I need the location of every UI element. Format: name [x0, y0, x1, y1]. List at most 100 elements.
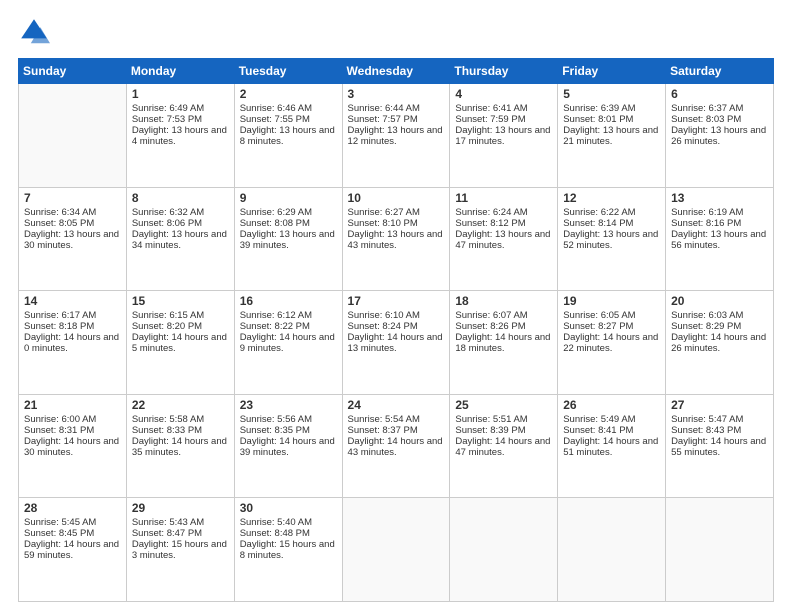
day-number: 16 — [240, 294, 337, 308]
day-info: Sunrise: 6:39 AM — [563, 103, 660, 114]
day-info: Sunset: 8:16 PM — [671, 218, 768, 229]
day-info: Daylight: 13 hours and 8 minutes. — [240, 125, 337, 147]
day-info: Sunrise: 6:07 AM — [455, 310, 552, 321]
day-info: Sunrise: 6:29 AM — [240, 207, 337, 218]
day-number: 28 — [24, 501, 121, 515]
day-number: 23 — [240, 398, 337, 412]
day-header-tuesday: Tuesday — [234, 59, 342, 84]
calendar-week-row: 21Sunrise: 6:00 AMSunset: 8:31 PMDayligh… — [19, 394, 774, 498]
day-number: 20 — [671, 294, 768, 308]
calendar-cell: 19Sunrise: 6:05 AMSunset: 8:27 PMDayligh… — [558, 291, 666, 395]
day-info: Sunrise: 6:41 AM — [455, 103, 552, 114]
day-info: Sunset: 8:41 PM — [563, 425, 660, 436]
day-number: 19 — [563, 294, 660, 308]
day-info: Sunset: 8:29 PM — [671, 321, 768, 332]
day-info: Daylight: 14 hours and 47 minutes. — [455, 436, 552, 458]
calendar-cell: 27 Sunrise: 5:47 AMSunset: 8:43 PMDayligh… — [666, 394, 774, 498]
logo — [18, 16, 54, 48]
day-info: Sunrise: 5:56 AM — [240, 414, 337, 425]
day-info: Sunset: 8:31 PM — [24, 425, 121, 436]
day-info: Sunset: 8:05 PM — [24, 218, 121, 229]
day-header-wednesday: Wednesday — [342, 59, 450, 84]
day-info: Sunset: 8:37 PM — [348, 425, 445, 436]
day-info: Daylight: 13 hours and 34 minutes. — [132, 229, 229, 251]
day-number: 21 — [24, 398, 121, 412]
day-number: 22 — [132, 398, 229, 412]
day-info: Sunset: 8:48 PM — [240, 528, 337, 539]
page: SundayMondayTuesdayWednesdayThursdayFrid… — [0, 0, 792, 612]
day-info: Sunrise: 6:46 AM — [240, 103, 337, 114]
calendar-cell: 4Sunrise: 6:41 AMSunset: 7:59 PMDaylight… — [450, 84, 558, 188]
day-number: 7 — [24, 191, 121, 205]
calendar-cell: 12Sunrise: 6:22 AMSunset: 8:14 PMDayligh… — [558, 187, 666, 291]
day-info: Sunrise: 6:05 AM — [563, 310, 660, 321]
calendar-cell: 25Sunrise: 5:51 AMSunset: 8:39 PMDayligh… — [450, 394, 558, 498]
day-info: Daylight: 13 hours and 47 minutes. — [455, 229, 552, 251]
day-info: Sunrise: 6:17 AM — [24, 310, 121, 321]
calendar-cell — [558, 498, 666, 602]
calendar-cell: 18Sunrise: 6:07 AMSunset: 8:26 PMDayligh… — [450, 291, 558, 395]
day-number: 27 — [671, 398, 768, 412]
day-info: Sunset: 8:06 PM — [132, 218, 229, 229]
day-info: Sunset: 7:53 PM — [132, 114, 229, 125]
day-number: 9 — [240, 191, 337, 205]
day-number: 6 — [671, 87, 768, 101]
day-info: Sunrise: 6:32 AM — [132, 207, 229, 218]
day-number: 15 — [132, 294, 229, 308]
day-info: Daylight: 14 hours and 26 minutes. — [671, 332, 768, 354]
day-info: Daylight: 14 hours and 51 minutes. — [563, 436, 660, 458]
day-info: Sunset: 8:24 PM — [348, 321, 445, 332]
day-info: Sunset: 8:27 PM — [563, 321, 660, 332]
calendar-week-row: 14Sunrise: 6:17 AMSunset: 8:18 PMDayligh… — [19, 291, 774, 395]
day-info: Daylight: 14 hours and 55 minutes. — [671, 436, 768, 458]
day-info: Sunrise: 6:37 AM — [671, 103, 768, 114]
day-info: Sunset: 8:03 PM — [671, 114, 768, 125]
calendar-cell — [342, 498, 450, 602]
day-info: Sunrise: 6:12 AM — [240, 310, 337, 321]
calendar-cell: 11Sunrise: 6:24 AMSunset: 8:12 PMDayligh… — [450, 187, 558, 291]
day-info: Sunrise: 5:43 AM — [132, 517, 229, 528]
day-info: Sunset: 8:08 PM — [240, 218, 337, 229]
calendar-cell: 20 Sunrise: 6:03 AMSunset: 8:29 PMDayligh… — [666, 291, 774, 395]
day-info: Sunrise: 5:47 AM — [671, 414, 768, 425]
day-number: 11 — [455, 191, 552, 205]
day-info: Daylight: 13 hours and 17 minutes. — [455, 125, 552, 147]
day-info: Sunrise: 5:45 AM — [24, 517, 121, 528]
day-info: Sunset: 8:43 PM — [671, 425, 768, 436]
day-info: Sunrise: 6:27 AM — [348, 207, 445, 218]
day-info: Daylight: 13 hours and 43 minutes. — [348, 229, 445, 251]
day-number: 13 — [671, 191, 768, 205]
day-info: Sunset: 7:57 PM — [348, 114, 445, 125]
header — [18, 16, 774, 48]
day-info: Sunset: 8:35 PM — [240, 425, 337, 436]
calendar-cell: 28Sunrise: 5:45 AMSunset: 8:45 PMDayligh… — [19, 498, 127, 602]
calendar-cell: 17Sunrise: 6:10 AMSunset: 8:24 PMDayligh… — [342, 291, 450, 395]
day-number: 10 — [348, 191, 445, 205]
day-info: Daylight: 14 hours and 59 minutes. — [24, 539, 121, 561]
day-info: Sunset: 7:55 PM — [240, 114, 337, 125]
day-info: Daylight: 13 hours and 52 minutes. — [563, 229, 660, 251]
day-info: Sunrise: 6:19 AM — [671, 207, 768, 218]
day-info: Daylight: 14 hours and 18 minutes. — [455, 332, 552, 354]
day-info: Daylight: 14 hours and 9 minutes. — [240, 332, 337, 354]
calendar-cell: 26Sunrise: 5:49 AMSunset: 8:41 PMDayligh… — [558, 394, 666, 498]
day-number: 5 — [563, 87, 660, 101]
day-info: Sunrise: 6:44 AM — [348, 103, 445, 114]
calendar-cell — [450, 498, 558, 602]
day-number: 30 — [240, 501, 337, 515]
calendar-cell: 16Sunrise: 6:12 AMSunset: 8:22 PMDayligh… — [234, 291, 342, 395]
calendar-cell: 13Sunrise: 6:19 AMSunset: 8:16 PMDayligh… — [666, 187, 774, 291]
day-number: 17 — [348, 294, 445, 308]
calendar-cell: 9Sunrise: 6:29 AMSunset: 8:08 PMDaylight… — [234, 187, 342, 291]
calendar-cell: 23Sunrise: 5:56 AMSunset: 8:35 PMDayligh… — [234, 394, 342, 498]
day-number: 4 — [455, 87, 552, 101]
calendar-cell: 29Sunrise: 5:43 AMSunset: 8:47 PMDayligh… — [126, 498, 234, 602]
day-info: Sunrise: 6:03 AM — [671, 310, 768, 321]
calendar-cell: 15Sunrise: 6:15 AMSunset: 8:20 PMDayligh… — [126, 291, 234, 395]
day-info: Daylight: 14 hours and 0 minutes. — [24, 332, 121, 354]
day-info: Daylight: 14 hours and 30 minutes. — [24, 436, 121, 458]
day-number: 3 — [348, 87, 445, 101]
calendar-cell: 6Sunrise: 6:37 AMSunset: 8:03 PMDaylight… — [666, 84, 774, 188]
calendar-week-row: 7Sunrise: 6:34 AMSunset: 8:05 PMDaylight… — [19, 187, 774, 291]
day-info: Sunset: 8:01 PM — [563, 114, 660, 125]
